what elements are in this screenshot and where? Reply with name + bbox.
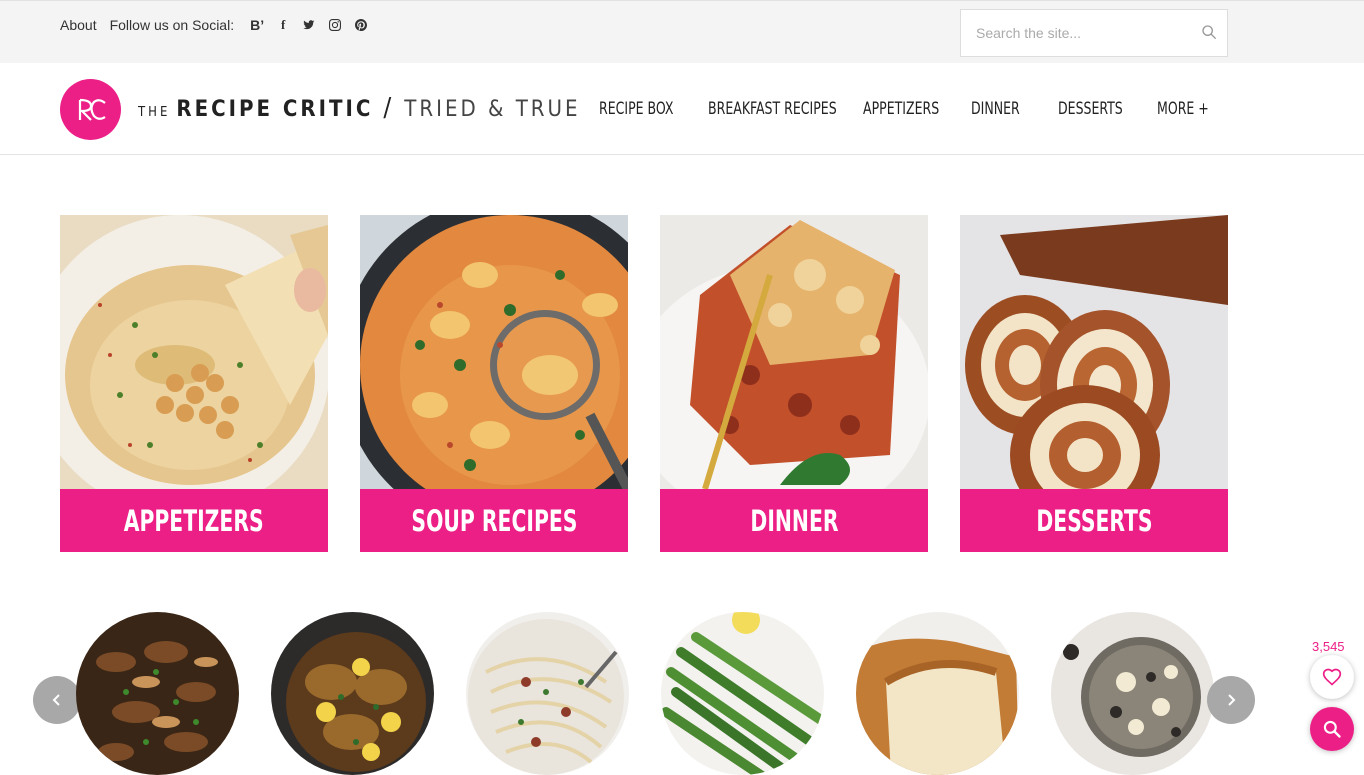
- site-search: [960, 9, 1228, 57]
- hummus-image: [60, 215, 328, 489]
- lemon-chicken-image: [271, 612, 434, 775]
- nav-dinner[interactable]: DINNER: [971, 99, 1020, 119]
- category-card-desserts[interactable]: DESSERTS: [960, 215, 1228, 552]
- category-label: APPETIZERS: [60, 489, 328, 552]
- nav-appetizers[interactable]: APPETIZERS: [863, 99, 939, 119]
- category-label: DINNER: [660, 489, 928, 552]
- twitter-icon[interactable]: [296, 16, 322, 34]
- category-card-appetizers[interactable]: APPETIZERS: [60, 215, 328, 552]
- chevron-left-icon: [52, 694, 60, 706]
- category-label: SOUP RECIPES: [360, 489, 628, 552]
- carousel-item-lemon-chicken[interactable]: [271, 612, 434, 775]
- main-nav: RECIPE BOX BREAKFAST RECIPES APPETIZERS …: [0, 99, 1364, 123]
- mushroom-dish-image: [76, 612, 239, 775]
- tortellini-soup-image: [360, 215, 628, 489]
- carousel-item-creamy-pasta[interactable]: [466, 612, 629, 775]
- category-card-dinner[interactable]: DINNER: [660, 215, 928, 552]
- favorite-count: 3,545: [1312, 639, 1345, 654]
- about-link[interactable]: About: [60, 17, 97, 33]
- favorite-button[interactable]: [1310, 655, 1354, 699]
- search-icon[interactable]: [1201, 24, 1217, 40]
- search-input[interactable]: [961, 10, 1191, 56]
- carousel-prev-button[interactable]: [33, 676, 81, 724]
- asparagus-image: [661, 612, 824, 775]
- nav-recipe-box[interactable]: RECIPE BOX: [599, 99, 673, 119]
- floating-search-button[interactable]: [1310, 707, 1354, 751]
- bread-loaf-image: [856, 612, 1019, 775]
- heart-icon: [1322, 668, 1342, 686]
- instagram-icon[interactable]: [322, 16, 348, 34]
- nav-desserts[interactable]: DESSERTS: [1058, 99, 1123, 119]
- carousel-item-asparagus[interactable]: [661, 612, 824, 775]
- bloglovin-icon[interactable]: B’: [244, 16, 270, 34]
- facebook-icon[interactable]: f: [270, 16, 296, 34]
- carousel-next-button[interactable]: [1207, 676, 1255, 724]
- search-icon: [1323, 720, 1341, 738]
- category-card-soup-recipes[interactable]: SOUP RECIPES: [360, 215, 628, 552]
- chevron-right-icon: [1228, 694, 1236, 706]
- cookies-image: [1051, 612, 1214, 775]
- site-header: THE RECIPE CRITIC / TRIED & TRUE RECIPE BOX…: [0, 63, 1364, 155]
- nav-breakfast-recipes[interactable]: BREAKFAST RECIPES: [708, 99, 837, 119]
- carousel-item-mushroom-dish[interactable]: [76, 612, 239, 775]
- carousel-item-cookies[interactable]: [1051, 612, 1214, 775]
- lasagna-image: [660, 215, 928, 489]
- carousel-item-bread-loaf[interactable]: [856, 612, 1019, 775]
- creamy-pasta-image: [466, 612, 629, 775]
- topbar-left: About Follow us on Social: B’ f: [60, 16, 374, 34]
- pinterest-icon[interactable]: [348, 16, 374, 34]
- pumpkin-roll-image: [960, 215, 1228, 489]
- follow-social-text: Follow us on Social:: [109, 17, 235, 33]
- category-label: DESSERTS: [960, 489, 1228, 552]
- top-utility-bar: About Follow us on Social: B’ f: [0, 0, 1364, 63]
- nav-more[interactable]: MORE +: [1157, 99, 1209, 119]
- social-icons: B’ f: [244, 16, 374, 34]
